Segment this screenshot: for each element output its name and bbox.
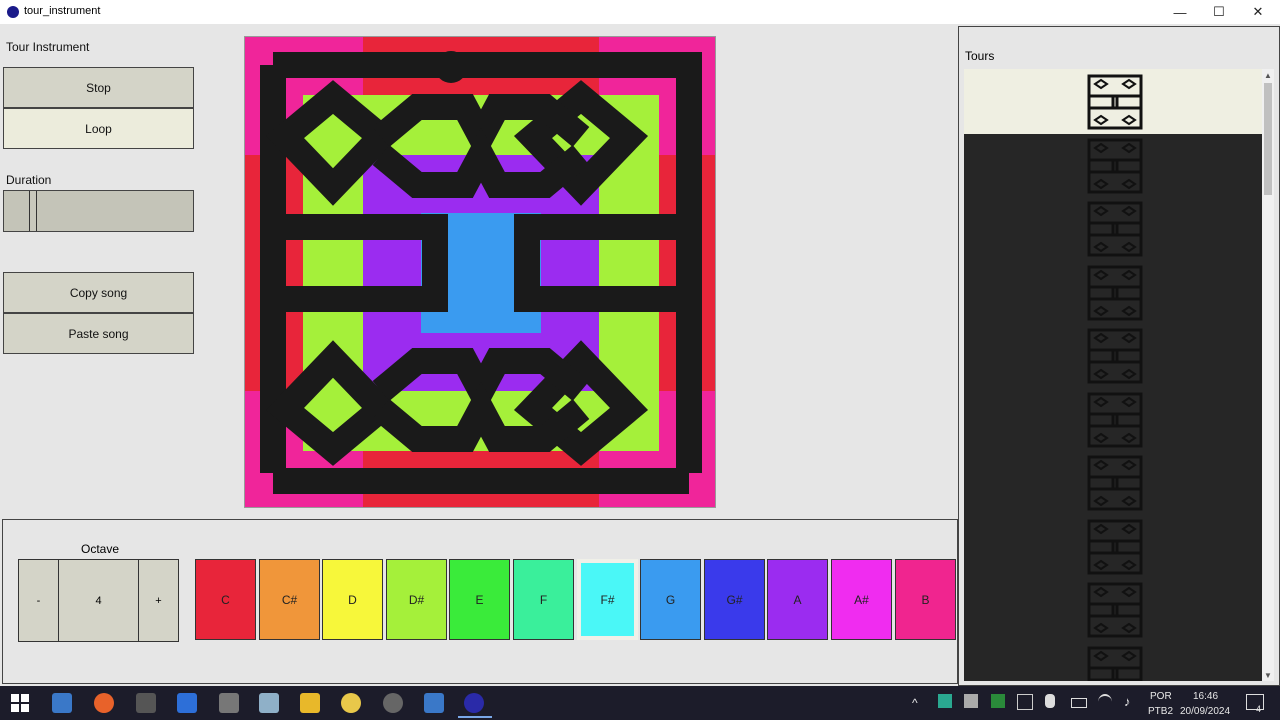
- inkscape-icon[interactable]: [219, 693, 239, 713]
- tour-thumbnail[interactable]: [1087, 519, 1143, 575]
- close-button[interactable]: ✕: [1238, 0, 1278, 24]
- folder-icon[interactable]: [300, 693, 320, 713]
- scroll-thumb[interactable]: [1264, 83, 1272, 195]
- copy-song-button[interactable]: Copy song: [3, 272, 194, 313]
- octave-value: 4: [58, 559, 139, 642]
- wifi-icon[interactable]: [1098, 694, 1112, 710]
- note-key[interactable]: D#: [386, 559, 447, 640]
- tray-chevron-icon[interactable]: ^: [912, 696, 918, 710]
- active-app-indicator: [458, 716, 492, 718]
- tray-security-icon[interactable]: [991, 694, 1005, 708]
- note-key[interactable]: C#: [259, 559, 320, 640]
- volume-icon[interactable]: ♪: [1124, 694, 1131, 709]
- loop-button[interactable]: Loop: [3, 108, 194, 149]
- vscode-icon[interactable]: [424, 693, 444, 713]
- firefox-icon[interactable]: [94, 693, 114, 713]
- media-icon[interactable]: [341, 693, 361, 713]
- note-key[interactable]: F#: [577, 559, 638, 640]
- minimize-button[interactable]: —: [1160, 0, 1200, 24]
- app-icon: [7, 6, 19, 18]
- keyboard-layout-label[interactable]: PTB2: [1148, 706, 1173, 717]
- clock-time[interactable]: 16:46: [1193, 691, 1218, 702]
- app-label: Tour Instrument: [6, 40, 90, 54]
- tour-thumbnail[interactable]: [1087, 138, 1143, 194]
- scroll-up-icon[interactable]: ▲: [1262, 69, 1274, 81]
- note-key[interactable]: B: [895, 559, 956, 640]
- tray-app-icon[interactable]: [938, 694, 952, 708]
- tour-thumbnail[interactable]: [1087, 265, 1143, 321]
- app-c-icon[interactable]: [177, 693, 197, 713]
- tour-thumbnail[interactable]: [1087, 328, 1143, 384]
- note-key[interactable]: A: [767, 559, 828, 640]
- tours-list[interactable]: [964, 69, 1262, 681]
- note-key[interactable]: F: [513, 559, 574, 640]
- title-bar: [0, 0, 1280, 24]
- note-key[interactable]: A#: [831, 559, 892, 640]
- notepad-icon[interactable]: [259, 693, 279, 713]
- note-key[interactable]: D: [322, 559, 383, 640]
- notification-icon[interactable]: [1246, 694, 1264, 710]
- battery-icon[interactable]: [1071, 698, 1087, 708]
- note-key[interactable]: C: [195, 559, 256, 640]
- tour-thumbnail[interactable]: [1087, 646, 1143, 681]
- stop-button[interactable]: Stop: [3, 67, 194, 108]
- tour-instrument-taskbar-icon[interactable]: [464, 693, 484, 713]
- tour-thumbnail[interactable]: [1087, 392, 1143, 448]
- tray-display-icon[interactable]: [1017, 694, 1033, 710]
- tour-thumbnail[interactable]: [1087, 201, 1143, 257]
- tour-thumbnail[interactable]: [1087, 582, 1143, 638]
- clock-app-icon[interactable]: [383, 693, 403, 713]
- paste-song-button[interactable]: Paste song: [3, 313, 194, 354]
- tray-settings-icon[interactable]: [964, 694, 978, 708]
- language-label[interactable]: POR: [1150, 691, 1172, 702]
- octave-minus-button[interactable]: -: [18, 559, 59, 642]
- scroll-down-icon[interactable]: ▼: [1262, 669, 1274, 681]
- maximize-button[interactable]: ☐: [1199, 0, 1239, 24]
- note-key[interactable]: E: [449, 559, 510, 640]
- octave-plus-button[interactable]: +: [138, 559, 179, 642]
- duration-label: Duration: [6, 173, 52, 187]
- clock-date[interactable]: 20/09/2024: [1180, 706, 1230, 717]
- tour-thumbnail[interactable]: [1087, 455, 1143, 511]
- note-key[interactable]: G#: [704, 559, 765, 640]
- tours-scrollbar[interactable]: ▲ ▼: [1262, 69, 1274, 681]
- octave-label: Octave: [81, 542, 120, 556]
- tour-thumbnail[interactable]: [1087, 74, 1143, 130]
- calculator-icon[interactable]: [52, 693, 72, 713]
- notification-count: 4: [1256, 704, 1262, 714]
- windows-start-icon[interactable]: [10, 693, 30, 713]
- tour-canvas[interactable]: [244, 36, 716, 508]
- duration-slider-handle[interactable]: [29, 191, 37, 231]
- tours-title: Tours: [965, 49, 995, 63]
- tour-pattern: [245, 37, 715, 507]
- duration-slider[interactable]: [3, 190, 194, 232]
- note-key[interactable]: G: [640, 559, 701, 640]
- window-title: tour_instrument: [24, 5, 101, 17]
- tray-mic-icon[interactable]: [1045, 694, 1055, 708]
- game-icon[interactable]: [136, 693, 156, 713]
